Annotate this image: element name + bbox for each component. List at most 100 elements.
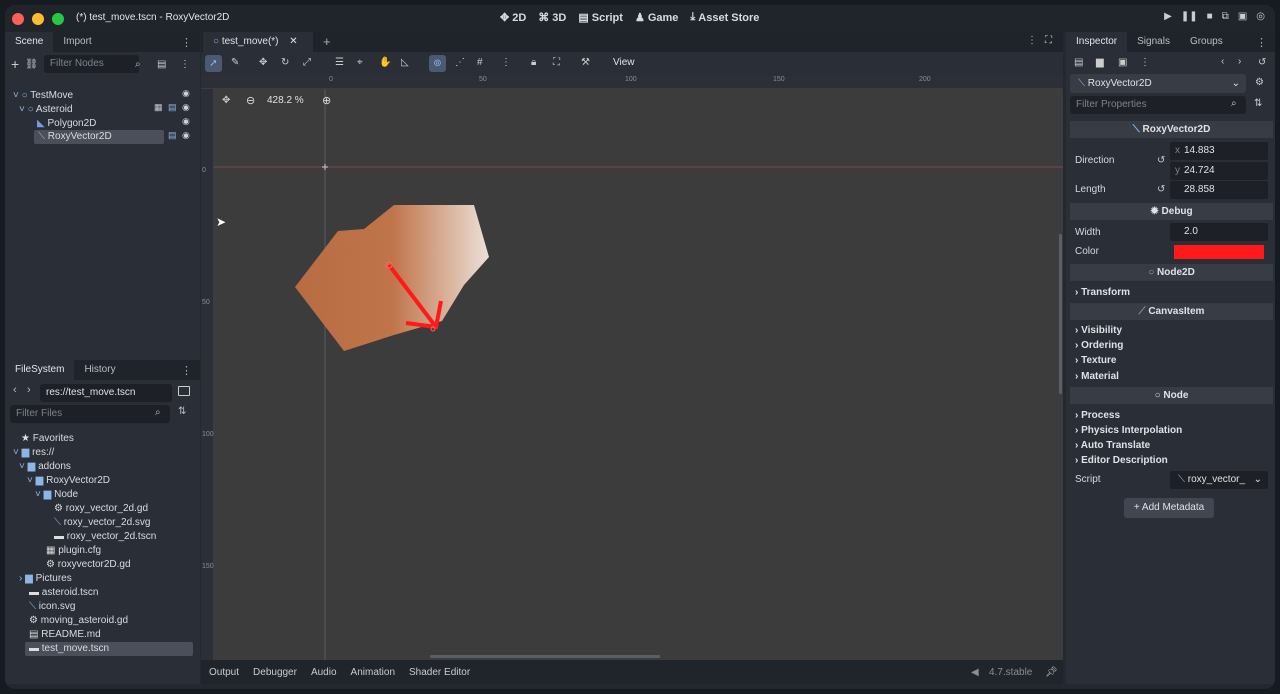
- fs-file[interactable]: ▬ asteroid.tscn: [29, 586, 98, 599]
- section-process[interactable]: › Process: [1075, 410, 1120, 421]
- scale-tool-icon[interactable]: ⤢: [303, 57, 311, 68]
- object-settings-icon[interactable]: ⚙: [1255, 77, 1264, 88]
- debug-header[interactable]: ✹ Debug: [1070, 203, 1273, 220]
- toggle-split-icon[interactable]: [178, 386, 190, 396]
- visibility-eye-icon[interactable]: ◉: [182, 88, 190, 99]
- kebab-menu-icon[interactable]: ⋮: [181, 364, 192, 377]
- add-node-icon[interactable]: +: [11, 56, 19, 72]
- fs-addons[interactable]: ˅ ▆ addons: [19, 460, 71, 473]
- sort-icon[interactable]: ⇅: [178, 406, 186, 417]
- tab-filesystem[interactable]: FileSystem: [5, 360, 75, 380]
- fs-file[interactable]: ⚙ roxy_vector_2d.gd: [54, 502, 148, 515]
- section-texture[interactable]: › Texture: [1075, 355, 1117, 366]
- minimize-window-button[interactable]: [32, 13, 44, 25]
- pan-tool-icon[interactable]: ✋: [379, 57, 391, 68]
- tab-signals[interactable]: Signals: [1127, 32, 1180, 52]
- fs-file-selected[interactable]: ▬ test_move.tscn: [25, 642, 193, 656]
- tab-animation[interactable]: Animation: [351, 667, 395, 678]
- direction-x-field[interactable]: x 14.883: [1170, 142, 1268, 160]
- tab-history[interactable]: History: [74, 360, 125, 380]
- tree-node-polygon2d[interactable]: ◣ Polygon2D: [37, 117, 96, 130]
- visibility-eye-icon[interactable]: ◉: [182, 116, 190, 127]
- zoom-out-icon[interactable]: ⊖: [246, 94, 255, 107]
- bone-icon[interactable]: ⚒: [581, 57, 590, 68]
- clapper-icon[interactable]: ▦: [154, 102, 163, 113]
- section-material[interactable]: › Material: [1075, 371, 1119, 382]
- fs-file[interactable]: ⟍ roxy_vector_2d.svg: [54, 516, 151, 529]
- ruler-tool-icon[interactable]: ◺: [401, 57, 409, 68]
- close-tab-icon[interactable]: ✕: [289, 36, 297, 47]
- tab-debugger[interactable]: Debugger: [253, 667, 297, 678]
- script-field[interactable]: ⟍ roxy_vector_ ⌄: [1170, 471, 1268, 489]
- length-field[interactable]: 28.858: [1170, 181, 1268, 199]
- kebab-menu-icon[interactable]: ⋮: [181, 36, 192, 49]
- history-icon[interactable]: ↺: [1258, 57, 1266, 68]
- close-window-button[interactable]: [12, 13, 24, 25]
- run-scene-icon[interactable]: ⧉: [1222, 11, 1229, 22]
- nav-3d-button[interactable]: ⌘ 3D: [538, 11, 566, 25]
- move-tool-icon[interactable]: ✥: [259, 57, 267, 68]
- script-attached-icon[interactable]: ▤: [168, 102, 177, 113]
- fs-file[interactable]: ⚙ moving_asteroid.gd: [29, 614, 128, 627]
- nav-script-button[interactable]: ▤ Script: [578, 11, 623, 25]
- zoom-label[interactable]: 428.2 %: [267, 95, 304, 106]
- tree-node-roxyvector2d[interactable]: ⟍ RoxyVector2D: [34, 130, 164, 144]
- movie-maker-icon[interactable]: ◎: [1256, 11, 1265, 22]
- open-folder-icon[interactable]: ▆: [1096, 57, 1104, 68]
- fs-roxyvector2d-folder[interactable]: ˅ ▆ RoxyVector2D: [27, 474, 110, 487]
- nav-asset-store-button[interactable]: ⤓ Asset Store: [690, 11, 759, 24]
- back-icon[interactable]: ‹: [13, 384, 17, 396]
- smart-snap-icon[interactable]: ⋰: [455, 57, 465, 68]
- more-icon[interactable]: ⋮: [1140, 57, 1150, 68]
- pen-tool-icon[interactable]: ✎: [231, 57, 239, 68]
- section-physics-interpolation[interactable]: › Physics Interpolation: [1075, 425, 1182, 436]
- visibility-eye-icon[interactable]: ◉: [182, 130, 190, 141]
- tab-shader-editor[interactable]: Shader Editor: [409, 667, 470, 678]
- view-menu[interactable]: View: [613, 57, 635, 68]
- fullscreen-icon[interactable]: ⛶: [1045, 35, 1052, 46]
- canvas-viewport[interactable]: ✥ ⊖ 428.2 % ⊕: [214, 89, 1063, 660]
- maximize-window-button[interactable]: [52, 13, 64, 25]
- grid-snap-icon[interactable]: #: [477, 57, 483, 68]
- revert-icon[interactable]: ↺: [1157, 155, 1165, 166]
- link-icon[interactable]: ⛓: [25, 59, 38, 70]
- tab-inspector[interactable]: Inspector: [1066, 32, 1128, 52]
- section-editor-description[interactable]: › Editor Description: [1075, 455, 1168, 466]
- list-tool-icon[interactable]: ☰: [335, 57, 344, 68]
- play-icon[interactable]: ▶: [1164, 11, 1172, 22]
- filter-options-icon[interactable]: ⇅: [1254, 98, 1262, 109]
- section-ordering[interactable]: › Ordering: [1075, 340, 1123, 351]
- direction-y-field[interactable]: y 24.724: [1170, 162, 1268, 180]
- lock-icon[interactable]: 🔒︎: [531, 57, 536, 68]
- snap-tool-icon[interactable]: ⊚: [429, 55, 446, 72]
- fs-file[interactable]: ▤ README.md: [29, 628, 101, 641]
- nav-game-button[interactable]: ♟ Game: [635, 11, 678, 25]
- filter-nodes-input[interactable]: Filter Nodes: [43, 55, 139, 73]
- color-swatch[interactable]: [1174, 245, 1264, 259]
- pin-icon[interactable]: 📌︎: [1045, 667, 1058, 678]
- fs-file[interactable]: ⚙ roxyvector2D.gd: [46, 558, 131, 571]
- nav-2d-button[interactable]: ✥ 2D: [500, 11, 526, 25]
- fs-favorites[interactable]: ★ Favorites: [21, 432, 74, 445]
- revert-icon[interactable]: ↺: [1157, 184, 1165, 195]
- history-back-icon[interactable]: ‹: [1221, 56, 1224, 67]
- tab-audio[interactable]: Audio: [311, 667, 337, 678]
- tree-node-asteroid[interactable]: ˅ ○ Asteroid: [19, 103, 73, 116]
- group-icon[interactable]: ⛶: [553, 57, 560, 68]
- scene-tab[interactable]: ○ test_move(*) ✕: [203, 32, 313, 52]
- section-visibility[interactable]: › Visibility: [1075, 325, 1122, 336]
- rotate-tool-icon[interactable]: ↻: [281, 57, 289, 68]
- pause-icon[interactable]: ❚❚: [1181, 11, 1198, 22]
- fs-res[interactable]: ˅ ▆ res://: [13, 446, 54, 459]
- pivot-tool-icon[interactable]: ⌖: [357, 57, 363, 68]
- fs-file[interactable]: ▬ roxy_vector_2d.tscn: [54, 530, 156, 543]
- snap-options-icon[interactable]: ⋮: [501, 57, 511, 68]
- forward-icon[interactable]: ›: [27, 384, 31, 396]
- section-transform[interactable]: › Transform: [1075, 287, 1130, 298]
- run-custom-icon[interactable]: ▣: [1238, 11, 1247, 22]
- script-attached-icon[interactable]: ▤: [168, 130, 177, 141]
- tab-output[interactable]: Output: [209, 667, 239, 678]
- tab-scene[interactable]: Scene: [5, 32, 54, 52]
- visibility-eye-icon[interactable]: ◉: [182, 102, 190, 113]
- new-resource-icon[interactable]: ▤: [1074, 57, 1083, 68]
